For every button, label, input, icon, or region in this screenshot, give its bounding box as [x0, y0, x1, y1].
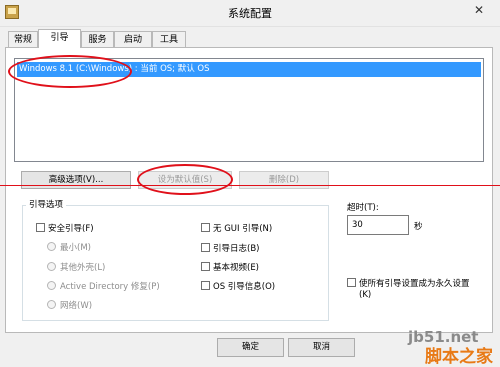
window-title: 系统配置	[228, 7, 272, 20]
tab-services[interactable]: 服务	[81, 31, 114, 47]
close-icon[interactable]: ✕	[462, 1, 496, 20]
delete-button[interactable]: 删除(D)	[239, 171, 329, 189]
timeout-label: 超时(T):	[347, 203, 379, 213]
timeout-input[interactable]: 30	[347, 215, 409, 235]
make-permanent-label: 使所有引导设置成为永久设置	[359, 279, 470, 289]
network-label: 网络(W)	[60, 301, 93, 311]
watermark-brand: 脚本之家	[425, 347, 493, 367]
title-bar: 系统配置 ✕	[0, 0, 500, 27]
os-boot-info-label: OS 引导信息(O)	[213, 282, 276, 292]
annotation-ellipse-os-entry	[8, 55, 132, 88]
alternate-shell-label: 其他外壳(L)	[60, 263, 106, 273]
boot-log-checkbox[interactable]	[201, 243, 210, 252]
boot-options-label: 引导选项	[26, 198, 67, 210]
minimal-radio[interactable]	[47, 242, 56, 251]
ok-button[interactable]: 确定	[217, 338, 284, 357]
advanced-options-button[interactable]: 高级选项(V)...	[21, 171, 131, 189]
alternate-shell-radio[interactable]	[47, 262, 56, 271]
cancel-button[interactable]: 取消	[288, 338, 355, 357]
network-radio[interactable]	[47, 300, 56, 309]
os-boot-info-checkbox[interactable]	[201, 281, 210, 290]
tab-tools[interactable]: 工具	[152, 31, 186, 47]
active-directory-repair-radio[interactable]	[47, 281, 56, 290]
no-gui-boot-checkbox[interactable]	[201, 223, 210, 232]
base-video-label: 基本视频(E)	[213, 263, 260, 273]
make-permanent-key: (K)	[359, 290, 372, 300]
boot-log-label: 引导日志(B)	[213, 244, 260, 254]
base-video-checkbox[interactable]	[201, 262, 210, 271]
timeout-unit: 秒	[414, 222, 423, 232]
no-gui-boot-label: 无 GUI 引导(N)	[213, 224, 273, 234]
tab-general[interactable]: 常规	[8, 31, 38, 47]
annotation-line	[0, 185, 500, 186]
safe-boot-label: 安全引导(F)	[48, 224, 94, 234]
tab-boot[interactable]: 引导	[38, 29, 81, 48]
annotation-ellipse-set-default	[137, 164, 233, 195]
tab-startup[interactable]: 启动	[114, 31, 152, 47]
safe-boot-checkbox[interactable]	[36, 223, 45, 232]
make-permanent-checkbox[interactable]	[347, 278, 356, 287]
active-directory-repair-label: Active Directory 修复(P)	[60, 282, 160, 292]
minimal-label: 最小(M)	[60, 243, 91, 253]
